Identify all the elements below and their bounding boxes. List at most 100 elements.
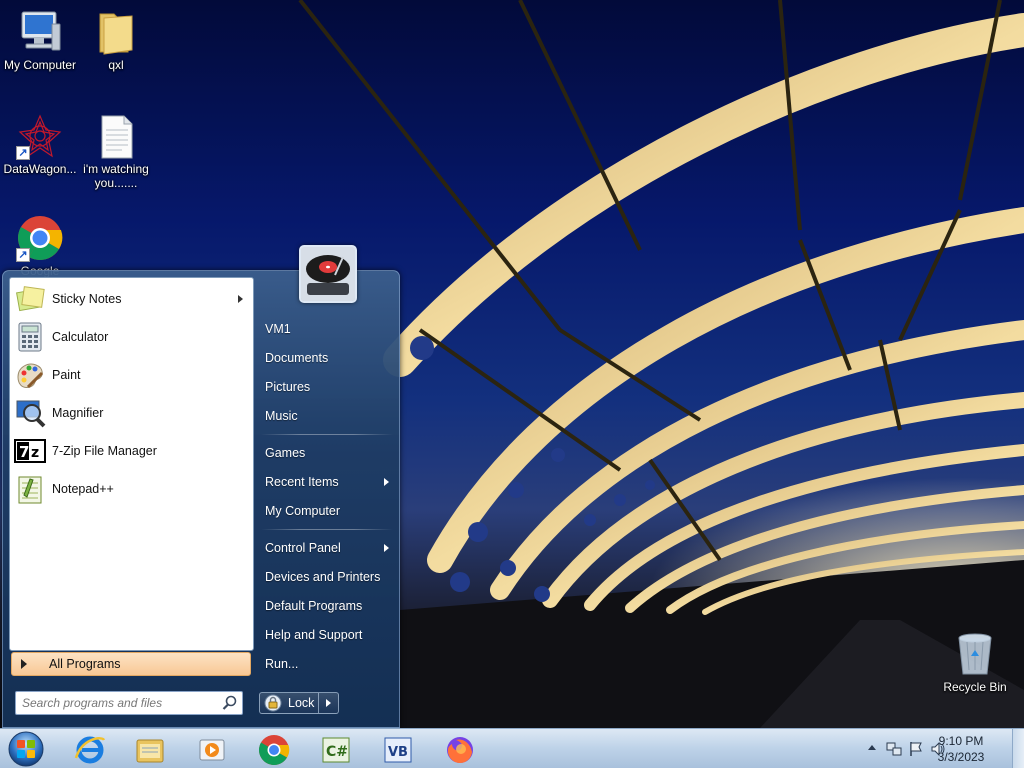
start-item-label: Paint bbox=[52, 368, 81, 382]
start-button[interactable] bbox=[6, 730, 46, 768]
visual-csharp-icon: C# bbox=[320, 734, 352, 766]
7zip-icon: 7 z bbox=[14, 435, 46, 467]
start-item-magnifier[interactable]: Magnifier bbox=[14, 396, 249, 430]
right-item-label: Games bbox=[265, 446, 306, 460]
text-file-icon bbox=[92, 112, 140, 160]
paint-icon bbox=[14, 359, 46, 391]
folder-icon bbox=[134, 734, 166, 766]
start-right-games[interactable]: Games bbox=[259, 441, 395, 465]
clock-date: 3/3/2023 bbox=[937, 750, 985, 764]
taskbar-visual-basic[interactable]: VB bbox=[370, 731, 426, 767]
desktop-icon-label: qxl bbox=[108, 58, 124, 72]
menu-separator bbox=[261, 434, 393, 435]
user-account-picture[interactable] bbox=[299, 245, 357, 303]
taskbar-media-player[interactable] bbox=[184, 731, 240, 767]
lock-button[interactable]: Lock bbox=[259, 692, 319, 714]
right-item-label: Help and Support bbox=[265, 628, 363, 642]
start-right-my-computer[interactable]: My Computer bbox=[259, 499, 395, 523]
right-item-label: VM1 bbox=[265, 322, 291, 336]
right-item-label: Devices and Printers bbox=[265, 570, 381, 584]
start-right-devices-printers[interactable]: Devices and Printers bbox=[259, 565, 395, 589]
network-icon[interactable] bbox=[886, 741, 902, 760]
search-input[interactable] bbox=[22, 694, 222, 712]
desktop-icon-label: DataWagon... bbox=[3, 162, 77, 176]
start-right-documents[interactable]: Documents bbox=[259, 346, 395, 370]
taskbar-firefox[interactable] bbox=[432, 731, 488, 767]
clock-time: 9:10 PM bbox=[938, 734, 984, 748]
right-item-label: Pictures bbox=[265, 380, 311, 394]
right-item-label: Default Programs bbox=[265, 599, 363, 613]
recycle-bin-icon bbox=[951, 630, 999, 678]
desktop-icon-text-file[interactable]: i'm watching you....... bbox=[76, 112, 156, 190]
svg-text:C#: C# bbox=[326, 744, 348, 760]
media-player-icon bbox=[196, 734, 228, 766]
shortcut-arrow-icon: ↗ bbox=[16, 248, 30, 262]
right-item-label: Recent Items bbox=[265, 475, 339, 489]
start-right-music[interactable]: Music bbox=[259, 404, 395, 428]
svg-text:7: 7 bbox=[19, 443, 29, 461]
start-right-run[interactable]: Run... bbox=[259, 652, 395, 676]
start-right-pictures[interactable]: Pictures bbox=[259, 375, 395, 399]
menu-separator bbox=[261, 529, 393, 530]
desktop-icon-label: Recycle Bin bbox=[943, 680, 1007, 694]
calculator-icon bbox=[14, 321, 46, 353]
right-item-label: Control Panel bbox=[265, 541, 341, 555]
windows-logo-icon bbox=[8, 731, 44, 767]
right-item-label: Documents bbox=[265, 351, 329, 365]
start-right-help-support[interactable]: Help and Support bbox=[259, 623, 395, 647]
desktop-icon-datawagon[interactable]: ↗ DataWagon... bbox=[0, 112, 80, 176]
taskbar-clock[interactable]: 9:10 PM 3/3/2023 bbox=[926, 733, 996, 765]
visual-basic-icon: VB bbox=[382, 734, 414, 766]
computer-icon bbox=[16, 8, 64, 56]
desktop-icon-my-computer[interactable]: My Computer bbox=[0, 8, 80, 72]
lock-icon bbox=[264, 694, 282, 712]
start-item-label: Notepad++ bbox=[52, 482, 114, 496]
chrome-icon bbox=[258, 734, 290, 766]
all-programs-label: All Programs bbox=[49, 657, 121, 671]
taskbar-windows-explorer[interactable] bbox=[122, 731, 178, 767]
shortcut-arrow-icon: ↗ bbox=[16, 146, 30, 160]
start-right-default-programs[interactable]: Default Programs bbox=[259, 594, 395, 618]
start-right-recent-items[interactable]: Recent Items bbox=[259, 470, 395, 494]
svg-text:VB: VB bbox=[388, 745, 408, 760]
start-item-label: Calculator bbox=[52, 330, 109, 344]
shutdown-options-button[interactable] bbox=[319, 692, 339, 714]
show-desktop-button[interactable] bbox=[1012, 729, 1024, 768]
right-item-label: Music bbox=[265, 409, 298, 423]
desktop-icon-label: My Computer bbox=[3, 58, 77, 72]
search-icon[interactable] bbox=[222, 695, 238, 711]
start-item-sticky-notes[interactable]: Sticky Notes bbox=[14, 282, 249, 316]
start-item-paint[interactable]: Paint bbox=[14, 358, 249, 392]
internet-explorer-icon bbox=[74, 734, 106, 766]
start-right-control-panel[interactable]: Control Panel bbox=[259, 536, 395, 560]
folder-icon bbox=[92, 8, 140, 56]
start-menu: Sticky Notes Calculator Paint Magnifier … bbox=[2, 245, 400, 728]
taskbar-internet-explorer[interactable] bbox=[62, 731, 118, 767]
taskbar-visual-csharp[interactable]: C# bbox=[308, 731, 364, 767]
magnifier-icon bbox=[14, 397, 46, 429]
all-programs-button[interactable]: All Programs bbox=[11, 652, 251, 676]
right-item-label: Run... bbox=[265, 657, 299, 671]
start-item-label: Magnifier bbox=[52, 406, 104, 420]
start-item-calculator[interactable]: Calculator bbox=[14, 320, 249, 354]
taskbar-google-chrome[interactable] bbox=[246, 731, 302, 767]
taskbar: C# VB 9:10 PM 3/3/2023 bbox=[0, 728, 1024, 768]
chevron-right-icon bbox=[326, 699, 331, 707]
desktop-icon-qxl-folder[interactable]: qxl bbox=[76, 8, 156, 72]
start-search-box[interactable] bbox=[15, 691, 243, 715]
submenu-arrow-icon[interactable] bbox=[238, 295, 243, 303]
start-menu-programs-pane: Sticky Notes Calculator Paint Magnifier … bbox=[9, 277, 254, 651]
sticky-notes-icon bbox=[14, 283, 46, 315]
right-item-label: My Computer bbox=[265, 504, 341, 518]
desktop-icon-recycle-bin[interactable]: Recycle Bin bbox=[935, 630, 1015, 694]
start-item-notepadpp[interactable]: Notepad++ bbox=[14, 472, 249, 506]
action-center-flag-icon[interactable] bbox=[908, 741, 924, 760]
datawagon-icon: ↗ bbox=[16, 112, 64, 160]
start-item-7zip[interactable]: 7 z 7-Zip File Manager bbox=[14, 434, 249, 468]
system-tray: 9:10 PM 3/3/2023 bbox=[844, 729, 1024, 768]
show-hidden-icons-icon[interactable] bbox=[868, 745, 876, 750]
expand-arrow-icon bbox=[21, 659, 27, 669]
notepadpp-icon bbox=[14, 473, 46, 505]
start-item-label: Sticky Notes bbox=[52, 292, 122, 306]
start-right-user-folder[interactable]: VM1 bbox=[259, 317, 395, 341]
